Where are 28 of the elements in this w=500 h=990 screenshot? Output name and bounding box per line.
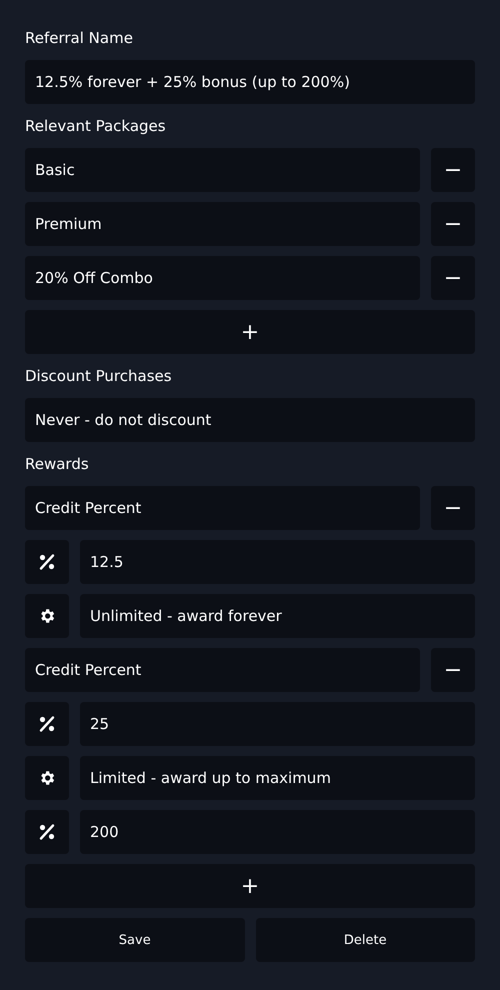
add-button[interactable]: + (25, 864, 475, 908)
package-field[interactable]: 20% Off Combo (25, 256, 420, 300)
remove-button[interactable]: − (431, 202, 475, 246)
percent-icon (38, 715, 56, 733)
package-field[interactable]: Premium (25, 202, 420, 246)
percent-field[interactable]: 200 (80, 810, 475, 854)
remove-button[interactable]: − (431, 648, 475, 692)
reward-type-select[interactable]: Credit Percent (25, 486, 420, 530)
reward-type-select[interactable]: Credit Percent (25, 648, 420, 692)
save-button[interactable]: Save (25, 918, 244, 962)
percent-field[interactable]: 25 (80, 702, 475, 746)
name-field[interactable]: 12.5% forever + 25% bonus (up to 200%) (25, 60, 475, 104)
award-select[interactable]: Unlimited - award forever (80, 594, 475, 638)
discount-select[interactable]: Never - do not discount (25, 398, 475, 442)
add-button[interactable]: + (25, 310, 475, 354)
remove-button[interactable]: − (431, 148, 475, 192)
percent-icon (38, 553, 56, 571)
remove-button[interactable]: − (431, 256, 475, 300)
remove-button[interactable]: − (431, 486, 475, 530)
percent-icon (38, 823, 56, 841)
award-select[interactable]: Limited - award up to maximum (80, 756, 475, 800)
package-field[interactable]: Basic (25, 148, 420, 192)
field-label: Relevant Packages (25, 116, 166, 137)
percent-field[interactable]: 12.5 (80, 540, 475, 584)
field-label: Discount Purchases (25, 366, 172, 387)
field-label: Referral Name (25, 28, 133, 49)
field-label: Rewards (25, 454, 89, 475)
delete-button[interactable]: Delete (256, 918, 475, 962)
